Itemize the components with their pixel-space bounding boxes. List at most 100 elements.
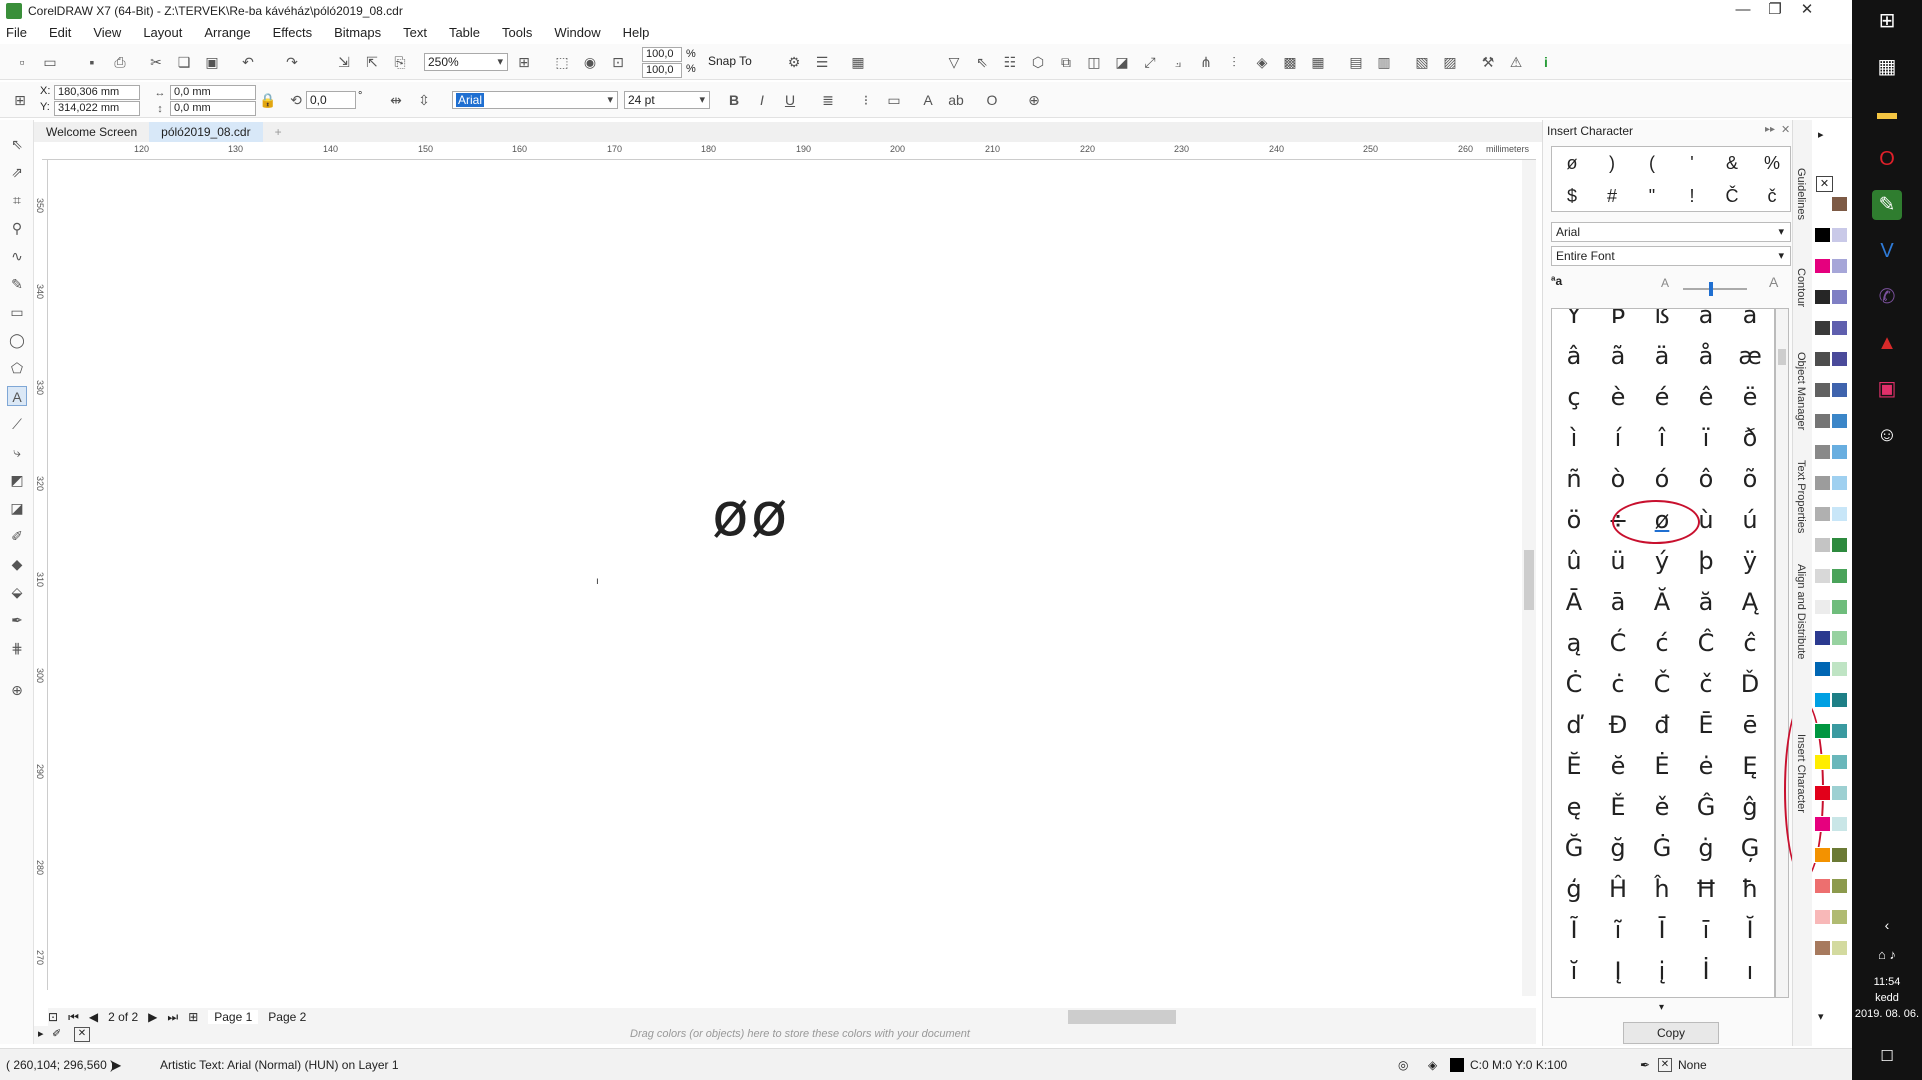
char-cell[interactable]: ĭ <box>1552 951 1596 992</box>
color-swatch[interactable] <box>1814 568 1831 584</box>
artistic-media-tool-icon[interactable]: ✎ <box>7 274 27 294</box>
char-cell[interactable]: ę <box>1552 787 1596 828</box>
char-cell[interactable]: Ė <box>1640 746 1684 787</box>
width-field[interactable]: 0,0 mm <box>170 85 256 100</box>
copy-icon[interactable]: ❏ <box>174 52 194 72</box>
char-cell[interactable]: ģ <box>1552 869 1596 910</box>
char-cell[interactable]: Ę <box>1728 746 1772 787</box>
horizontal-ruler[interactable]: 120 130 140 150 160 170 180 190 200 210 … <box>42 142 1536 160</box>
char-cell[interactable]: ğ <box>1596 828 1640 869</box>
char-cell[interactable]: Ą <box>1728 582 1772 623</box>
restore-button[interactable]: ❐ <box>1760 0 1790 22</box>
recent-char[interactable]: č <box>1752 180 1792 213</box>
color-swatch[interactable] <box>1831 258 1848 274</box>
paste-icon[interactable]: ▣ <box>202 52 222 72</box>
char-cell[interactable]: Ģ <box>1728 828 1772 869</box>
application-launcher-icon[interactable]: ☰ <box>812 52 832 72</box>
char-cell[interactable]: ú <box>1728 500 1772 541</box>
new-document-icon[interactable]: ▫ <box>12 52 32 72</box>
text-tool-icon[interactable]: A <box>7 386 27 406</box>
full-screen-icon[interactable]: ⬚ <box>552 52 572 72</box>
fill-color-swatch[interactable] <box>1450 1058 1464 1072</box>
menu-view[interactable]: View <box>93 25 121 40</box>
color-swatch[interactable] <box>1831 444 1848 460</box>
docker-font-select[interactable]: Arial <box>1551 222 1791 242</box>
menu-tools[interactable]: Tools <box>502 25 532 40</box>
shape-tool-icon[interactable]: ⬡ <box>1028 52 1048 72</box>
contour-icon[interactable]: ◈ <box>1252 52 1272 72</box>
page-first-button[interactable]: ⏮ <box>68 1010 79 1025</box>
color-swatch[interactable] <box>1814 444 1831 460</box>
rotation-field[interactable]: 0,0 <box>306 91 356 109</box>
docker-tab-guidelines[interactable]: Guidelines <box>1795 168 1807 220</box>
char-cell[interactable]: ß <box>1640 309 1684 336</box>
trim-icon[interactable]: ⟓ <box>1168 52 1188 72</box>
docker-tab-text-properties[interactable]: Text Properties <box>1795 460 1807 533</box>
add-icon[interactable]: ⊕ <box>1024 90 1044 110</box>
acrobat-icon[interactable]: ▲ <box>1872 328 1902 358</box>
char-cell[interactable]: Ă <box>1640 582 1684 623</box>
char-cell[interactable]: Ĥ <box>1596 869 1640 910</box>
docker-tab-insert-character[interactable]: Insert Character <box>1795 734 1807 813</box>
docker-tab-align-distribute[interactable]: Align and Distribute <box>1795 564 1807 659</box>
color-eyedropper-tool-icon[interactable]: ✐ <box>7 526 27 546</box>
filter-icon[interactable]: ▽ <box>944 52 964 72</box>
mesh-fill-tool-icon[interactable]: ⋕ <box>7 638 27 658</box>
drop-cap-icon[interactable]: ▭ <box>884 90 904 110</box>
color-swatch[interactable] <box>1814 692 1831 708</box>
coreldraw-taskbar-icon[interactable]: ✎ <box>1872 190 1902 220</box>
char-cell[interactable]: č <box>1684 664 1728 705</box>
char-cell[interactable]: ï <box>1684 418 1728 459</box>
outline-none-swatch-icon[interactable]: ✕ <box>1658 1058 1672 1072</box>
pointer-filter-icon[interactable]: ⇖ <box>972 52 992 72</box>
drawing-canvas[interactable] <box>48 160 1536 996</box>
zoom-fit-icon[interactable]: ⊞ <box>514 52 534 72</box>
char-cell[interactable]: ĥ <box>1640 869 1684 910</box>
char-cell[interactable]: î <box>1640 418 1684 459</box>
vertical-scrollbar[interactable] <box>1522 160 1536 996</box>
open-icon[interactable]: ▭ <box>40 52 60 72</box>
vertical-ruler[interactable]: 350 340 330 320 310 300 290 280 270 <box>34 160 48 990</box>
macro-icon[interactable]: ⚒ <box>1478 52 1498 72</box>
parallel-dimension-tool-icon[interactable]: ⟋ <box>7 414 27 434</box>
connector-tool-icon[interactable]: ⤷ <box>7 442 27 462</box>
char-cell[interactable]: ë <box>1728 377 1772 418</box>
color-swatch[interactable] <box>1814 785 1831 801</box>
char-cell[interactable]: Ċ <box>1552 664 1596 705</box>
menu-effects[interactable]: Effects <box>273 25 313 40</box>
color-swatch[interactable] <box>1831 630 1848 646</box>
copy-button[interactable]: Copy <box>1623 1022 1719 1044</box>
color-swatch[interactable] <box>1831 537 1848 553</box>
x-position-field[interactable]: 180,306 mm <box>54 85 140 100</box>
menu-text[interactable]: Text <box>403 25 427 40</box>
char-cell[interactable]: Þ <box>1596 309 1640 336</box>
char-cell[interactable]: Ď <box>1728 664 1772 705</box>
scale-width-field[interactable]: 100,0 <box>642 47 682 62</box>
char-cell[interactable]: è <box>1596 377 1640 418</box>
eyedropper-icon[interactable]: ✐ <box>52 1027 61 1040</box>
palette-scroll-up-icon[interactable]: ▸ <box>1818 128 1824 141</box>
char-size-slider[interactable] <box>1683 282 1747 296</box>
interactive-fill-tool-icon[interactable]: ◆ <box>7 554 27 574</box>
char-cell[interactable]: ñ <box>1552 459 1596 500</box>
color-swatch[interactable] <box>1831 413 1848 429</box>
docker-tab-contour[interactable]: Contour <box>1795 268 1807 307</box>
notifications-icon[interactable]: ☐ <box>1872 1042 1902 1072</box>
add-page-icon[interactable]: ⊞ <box>188 1010 198 1024</box>
char-cell[interactable]: þ <box>1684 541 1728 582</box>
recent-char[interactable]: ø <box>1552 147 1592 180</box>
char-cell[interactable]: ç <box>1552 377 1596 418</box>
char-cell[interactable]: į <box>1640 951 1684 992</box>
print-icon[interactable]: ⎙ <box>110 52 130 72</box>
page-next-button[interactable]: ▶ <box>148 1010 157 1024</box>
char-cell[interactable]: Ĕ <box>1552 746 1596 787</box>
char-cell[interactable]: ð <box>1728 418 1772 459</box>
color-swatch[interactable] <box>1814 196 1831 212</box>
char-cell[interactable]: Ī <box>1640 910 1684 951</box>
new-tab-button[interactable]: + <box>263 122 294 142</box>
color-swatch[interactable] <box>1831 320 1848 336</box>
docker-close-icon[interactable]: ✕ <box>1781 123 1790 136</box>
freehand-tool-icon[interactable]: ∿ <box>7 246 27 266</box>
recent-char[interactable]: ' <box>1672 147 1712 180</box>
color-swatch[interactable] <box>1814 909 1831 925</box>
